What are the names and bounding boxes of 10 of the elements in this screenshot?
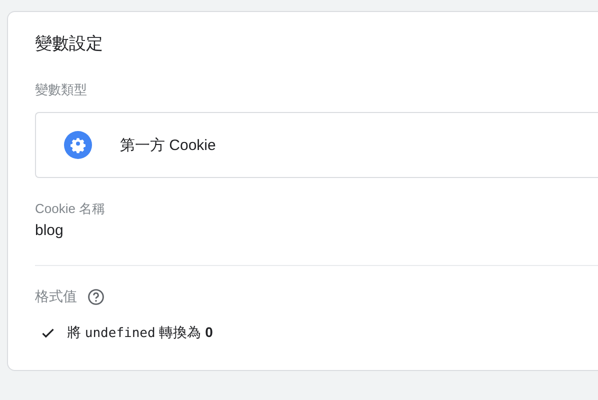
field-label: Cookie 名稱 <box>35 200 106 218</box>
gear-icon <box>64 131 92 159</box>
format-option-text: 將 undefined 轉換為 0 <box>67 324 213 342</box>
card-title: 變數設定 <box>35 33 104 55</box>
help-icon[interactable] <box>87 288 105 306</box>
cookie-name-value: blog <box>35 222 64 239</box>
field-label: 變數類型 <box>35 81 88 99</box>
variable-type-selector[interactable]: 第一方 Cookie <box>35 112 598 178</box>
section-label: 格式值 <box>35 288 77 306</box>
variable-type-name: 第一方 Cookie <box>120 136 216 154</box>
